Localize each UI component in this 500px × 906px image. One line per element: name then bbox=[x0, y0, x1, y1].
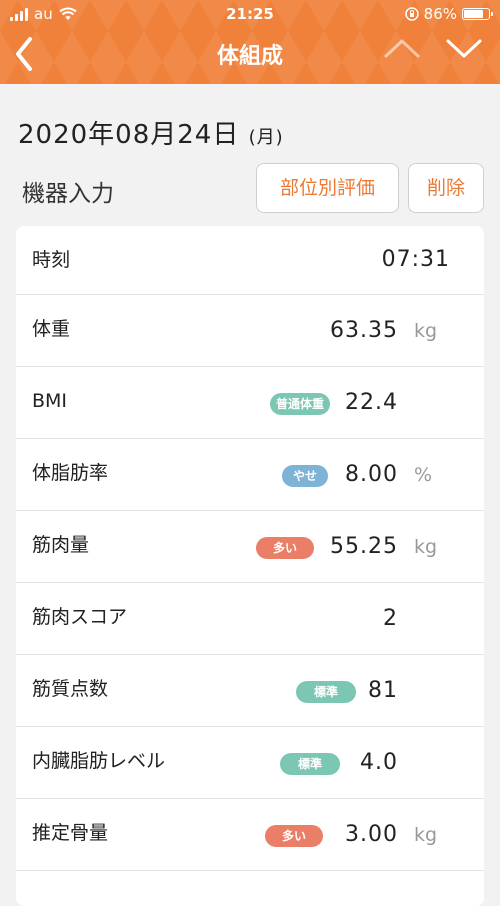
table-row: 筋肉スコア 2 bbox=[16, 583, 484, 655]
row-unit: kg bbox=[414, 320, 438, 342]
row-unit: kg bbox=[414, 824, 438, 846]
orientation-lock-icon bbox=[404, 7, 419, 21]
next-button[interactable] bbox=[445, 36, 483, 64]
status-bar: au 21:25 86% bbox=[0, 0, 500, 28]
section-title: 機器入力 bbox=[22, 181, 114, 207]
row-value: 22.4 bbox=[345, 390, 398, 415]
table-row: 時刻 07:31 bbox=[16, 226, 484, 295]
status-right: 86% bbox=[404, 5, 493, 23]
row-value: 3.00 bbox=[345, 822, 398, 847]
nav-bar: 体組成 bbox=[0, 28, 500, 84]
table-row: 内臓脂肪レベル 標準 4.0 bbox=[16, 727, 484, 799]
battery-icon bbox=[462, 8, 493, 20]
row-value: 63.35 bbox=[330, 318, 398, 343]
row-label: 体重 bbox=[32, 318, 71, 340]
row-label: 体脂肪率 bbox=[32, 462, 109, 484]
row-value: 2 bbox=[383, 606, 398, 631]
table-row: 筋質点数 標準 81 bbox=[16, 655, 484, 727]
table-row: 体重 63.35 kg bbox=[16, 295, 484, 367]
regional-evaluation-button[interactable]: 部位別評価 bbox=[256, 163, 399, 213]
row-label: 推定骨量 bbox=[32, 822, 109, 844]
row-value: 4.0 bbox=[360, 750, 398, 775]
row-value: 55.25 bbox=[330, 534, 398, 559]
row-label: 時刻 bbox=[32, 249, 71, 271]
row-value: 8.00 bbox=[345, 462, 398, 487]
row-label: BMI bbox=[32, 390, 68, 412]
table-row: 筋肉量 多い 55.25 kg bbox=[16, 511, 484, 583]
status-badge: やせ bbox=[282, 465, 328, 487]
chevron-down-icon bbox=[446, 39, 482, 58]
page-title: 体組成 bbox=[216, 44, 283, 69]
measurement-date: 2020年08月24日 (月) bbox=[18, 114, 284, 151]
delete-button[interactable]: 削除 bbox=[408, 163, 484, 213]
table-row: BMI 普通体重 22.4 bbox=[16, 367, 484, 439]
battery-percent: 86% bbox=[423, 5, 457, 23]
table-row: 体脂肪率 やせ 8.00 % bbox=[16, 439, 484, 511]
row-unit: kg bbox=[414, 536, 438, 558]
table-row: 推定骨量 多い 3.00 kg bbox=[16, 799, 484, 871]
weekday-text: (月) bbox=[248, 127, 284, 148]
status-badge: 多い bbox=[256, 537, 314, 559]
app-header: au 21:25 86% 体組成 bbox=[0, 0, 500, 84]
status-badge: 多い bbox=[265, 825, 323, 847]
row-label: 筋肉スコア bbox=[32, 606, 128, 628]
measurements-card: 時刻 07:31 体重 63.35 kg BMI 普通体重 22.4 体脂肪率 … bbox=[16, 226, 484, 906]
status-badge: 標準 bbox=[296, 681, 356, 703]
chevron-up-icon bbox=[384, 39, 420, 58]
status-badge: 標準 bbox=[280, 753, 340, 775]
row-unit: % bbox=[414, 464, 433, 486]
row-value: 07:31 bbox=[381, 247, 450, 272]
date-text: 2020年08月24日 bbox=[18, 120, 240, 150]
status-badge: 普通体重 bbox=[270, 393, 330, 415]
previous-button[interactable] bbox=[383, 36, 421, 64]
row-label: 筋肉量 bbox=[32, 534, 90, 556]
row-label: 筋質点数 bbox=[32, 678, 109, 700]
row-label: 内臓脂肪レベル bbox=[32, 750, 166, 772]
row-value: 81 bbox=[368, 678, 398, 703]
